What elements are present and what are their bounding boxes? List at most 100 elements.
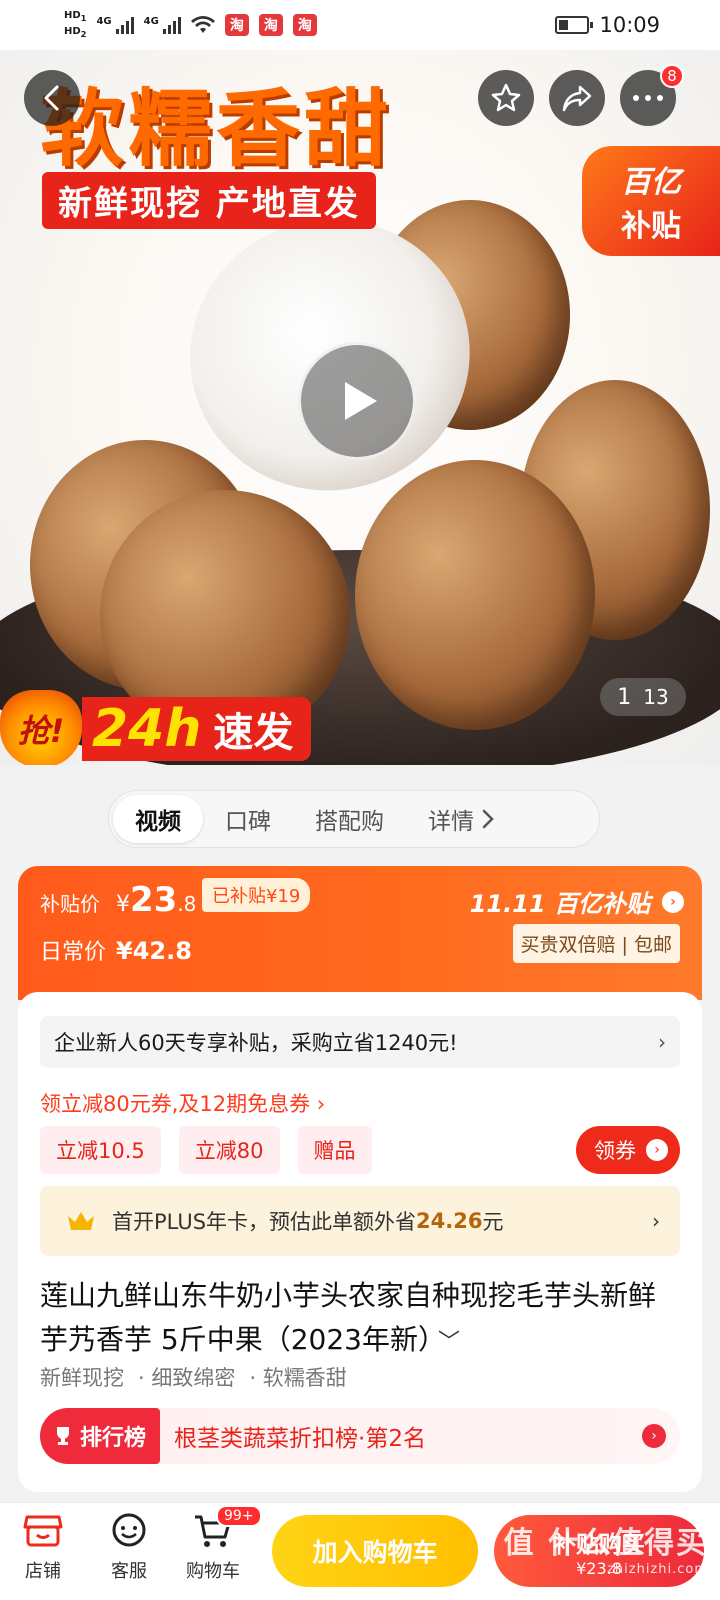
- plus-text: 首开PLUS年卡，预估此单额外省: [112, 1210, 417, 1234]
- battery-icon: [555, 16, 594, 34]
- watermark-url: zhizhizhi.com: [607, 1562, 708, 1577]
- section-tabs: 视频 口碑 搭配购 详情: [108, 790, 600, 848]
- product-page: HD1 HD2 4G 4G 淘 淘 淘 10:09 软糯香甜 新鲜现挖 产地直发…: [0, 0, 720, 1600]
- currency-symbol: ¥: [116, 892, 130, 917]
- clock: 10:09: [599, 13, 660, 37]
- hd-indicator: HD1 HD2: [64, 9, 86, 41]
- ranking-banner[interactable]: 排行榜 根茎类蔬菜折扣榜·第2名 ›: [40, 1408, 680, 1464]
- daily-price: 日常价 ¥42.8: [40, 934, 192, 966]
- watermark-text: 值 什么值得买: [503, 1526, 708, 1561]
- promo-grab: 抢!: [17, 712, 65, 750]
- add-to-cart-button[interactable]: 加入购物车: [272, 1515, 478, 1587]
- flame-icon: 抢!: [0, 690, 82, 765]
- chevron-right-icon: ›: [652, 1209, 660, 1233]
- chat-icon: [112, 1513, 146, 1547]
- subsidy-brand-link[interactable]: 11.11 百亿补贴 ›: [470, 884, 684, 919]
- hd2-label: HD2: [64, 26, 87, 39]
- more-button[interactable]: 8: [620, 64, 684, 126]
- product-tag: 新鲜现挖: [40, 1366, 124, 1390]
- promo-24h: 24h: [92, 699, 202, 759]
- taro-graphic: [355, 460, 595, 730]
- cart-count-badge: 99+: [216, 1505, 262, 1527]
- get-coupon-button[interactable]: 领券 ›: [576, 1126, 680, 1174]
- enterprise-subsidy-banner[interactable]: 企业新人60天专享补贴，采购立省1240元! ›: [40, 1016, 680, 1068]
- signal-2-icon: 4G: [144, 16, 181, 34]
- gift-chip[interactable]: 赠品: [297, 1126, 372, 1174]
- plus-save-amount: 24.26: [416, 1209, 483, 1233]
- tab-reviews[interactable]: 口碑: [203, 795, 293, 843]
- taobao-app-icon: 淘: [258, 14, 283, 36]
- status-right: 10:09: [555, 13, 660, 37]
- hd1-label: HD1: [64, 10, 87, 23]
- play-video-button[interactable]: [298, 342, 416, 460]
- discount-chip[interactable]: 立减80: [178, 1126, 280, 1174]
- subsidy-price-label: 补贴价: [40, 892, 100, 916]
- chevron-down-icon[interactable]: ﹀: [438, 1330, 460, 1355]
- subsidized-amount-badge: 已补贴¥19: [202, 878, 311, 912]
- promo-speed: 速发: [213, 710, 294, 756]
- ranking-badge: 排行榜: [40, 1408, 161, 1464]
- wifi-icon: [190, 16, 215, 33]
- tab-bundle[interactable]: 搭配购: [293, 795, 406, 843]
- product-tag: · 细致绵密: [138, 1366, 236, 1390]
- subsidy-price: ¥23.8: [116, 880, 196, 920]
- subsidy-brand-label: 11.11 百亿补贴: [469, 890, 650, 918]
- more-icon: [633, 95, 663, 101]
- product-image-carousel[interactable]: 软糯香甜 新鲜现挖 产地直发 百亿 补贴 抢! 24h 速发 1 13: [0, 50, 720, 765]
- price-decimal: .8: [177, 892, 197, 916]
- ranking-badge-label: 排行榜: [80, 1426, 147, 1451]
- chevron-left-icon: [44, 85, 59, 111]
- subsidy-tag-line2: 补贴: [621, 209, 681, 244]
- subsidy-tag-line1: 百亿: [621, 165, 681, 200]
- cart-button[interactable]: 99+ 购物车: [178, 1505, 262, 1583]
- chevron-right-icon: ›: [658, 1030, 666, 1054]
- sim2-label: 4G: [143, 16, 159, 27]
- product-title[interactable]: 莲山九鲜山东牛奶小芋头农家自种现挖毛芋头新鲜芋艿香芋 5斤中果（2023年新） ﹀: [40, 1274, 680, 1365]
- promo-flag: 抢! 24h 速发: [0, 690, 312, 765]
- chevron-right-icon: [482, 809, 494, 829]
- product-info-card: 企业新人60天专享补贴，采购立省1240元! › 领立减80元券,及12期免息券…: [18, 992, 702, 1492]
- cart-label: 购物车: [186, 1561, 240, 1582]
- plus-unit: 元: [482, 1210, 504, 1234]
- play-icon: [345, 382, 377, 420]
- store-button[interactable]: 店铺: [8, 1513, 78, 1583]
- discount-chip[interactable]: 立减10.5: [40, 1126, 161, 1174]
- status-left: HD1 HD2 4G 4G 淘 淘 淘: [64, 9, 317, 41]
- plus-membership-banner[interactable]: 首开PLUS年卡，预估此单额外省 24.26 元 ›: [40, 1186, 680, 1256]
- chevron-right-icon: ›: [642, 1424, 666, 1448]
- hero-subtitle: 新鲜现挖 产地直发: [42, 172, 376, 229]
- daily-price-value: ¥42.8: [116, 937, 192, 965]
- product-title-text: 莲山九鲜山东牛奶小芋头农家自种现挖毛芋头新鲜芋艿香芋 5斤中果（2023年新）: [40, 1279, 657, 1356]
- taobao-app-icon: 淘: [224, 14, 249, 36]
- coupon-offer-link[interactable]: 领立减80元券,及12期免息券 ›: [40, 1088, 325, 1118]
- price-integer: 23: [130, 880, 178, 920]
- customer-service-label: 客服: [111, 1561, 147, 1582]
- image-counter: 1 13: [600, 678, 686, 716]
- product-tags: 新鲜现挖 · 细致绵密 · 软糯香甜: [40, 1362, 347, 1392]
- more-badge: 8: [660, 64, 684, 88]
- share-button[interactable]: [549, 70, 605, 126]
- tab-video[interactable]: 视频: [113, 795, 203, 843]
- guarantee-badge[interactable]: 买贵双倍赔 | 包邮: [512, 924, 680, 963]
- store-label: 店铺: [25, 1561, 61, 1582]
- product-tag: · 软糯香甜: [249, 1366, 347, 1390]
- store-icon: [23, 1515, 63, 1547]
- star-icon: [491, 83, 521, 112]
- image-total: 13: [643, 685, 669, 709]
- tab-details[interactable]: 详情: [406, 795, 516, 843]
- ranking-text: 根茎类蔬菜折扣榜·第2名: [174, 1426, 426, 1452]
- enterprise-subsidy-text: 企业新人60天专享补贴，采购立省1240元!: [54, 1031, 458, 1055]
- sim1-label: 4G: [96, 16, 112, 27]
- customer-service-button[interactable]: 客服: [94, 1513, 164, 1583]
- promo-text: 24h 速发: [82, 697, 312, 761]
- discount-chips: 立减10.5 立减80 赠品: [40, 1126, 372, 1174]
- share-icon: [562, 85, 592, 112]
- taobao-app-icon: 淘: [292, 14, 317, 36]
- favorite-button[interactable]: [478, 70, 534, 126]
- crown-icon: [68, 1212, 94, 1230]
- subsidy-tag: 百亿 补贴: [582, 146, 720, 256]
- signal-1-icon: 4G: [96, 16, 134, 34]
- back-button[interactable]: [24, 70, 80, 126]
- get-coupon-label: 领券: [594, 1139, 636, 1163]
- watermark: 值 什么值得买 zhizhizhi.com: [504, 1518, 708, 1577]
